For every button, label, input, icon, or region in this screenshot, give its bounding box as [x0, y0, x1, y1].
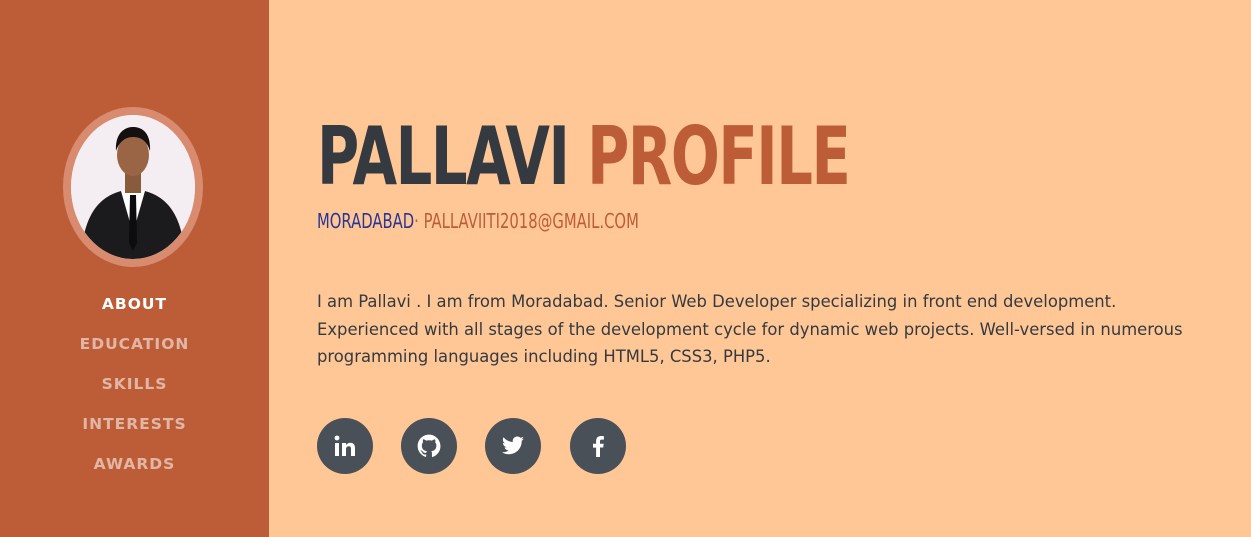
bio-text: I am Pallavi . I am from Moradabad. Seni… [317, 292, 1183, 366]
nav-link-about[interactable]: ABOUT [102, 295, 167, 313]
github-icon [417, 434, 441, 457]
email-link[interactable]: PALLAVIITI2018@GMAIL.COM [424, 209, 639, 233]
nav-item-awards: AWARDS [0, 447, 269, 487]
first-name: PALLAVI [317, 110, 570, 203]
github-button[interactable] [401, 418, 457, 474]
nav-item-education: EDUCATION [0, 327, 269, 367]
avatar[interactable] [63, 107, 203, 267]
nav-link-skills[interactable]: SKILLS [102, 375, 168, 393]
facebook-button[interactable] [570, 418, 626, 474]
profile-photo [71, 115, 195, 259]
last-name: PROFILE [587, 110, 851, 203]
nav-link-awards[interactable]: AWARDS [94, 455, 176, 473]
separator-dot: · [414, 209, 419, 233]
location-text: MORADABAD [317, 209, 415, 233]
sidebar: ABOUT EDUCATION SKILLS INTERESTS AWARDS [0, 0, 269, 537]
twitter-button[interactable] [485, 418, 541, 474]
nav-item-skills: SKILLS [0, 367, 269, 407]
nav-link-interests[interactable]: INTERESTS [82, 415, 186, 433]
linkedin-button[interactable] [317, 418, 373, 474]
page-title: PALLAVI PROFILE [317, 110, 851, 203]
nav-link-education[interactable]: EDUCATION [80, 335, 190, 353]
nav-item-interests: INTERESTS [0, 407, 269, 447]
nav-item-about: ABOUT [0, 287, 269, 327]
twitter-icon [502, 436, 524, 455]
sidebar-nav: ABOUT EDUCATION SKILLS INTERESTS AWARDS [0, 287, 269, 487]
facebook-icon [593, 436, 604, 457]
linkedin-icon [334, 435, 355, 456]
contact-subheading: MORADABAD· PALLAVIITI2018@GMAIL.COM [317, 208, 639, 234]
